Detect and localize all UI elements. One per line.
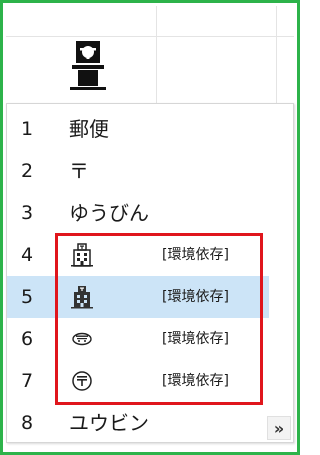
candidate-text: ユウビン bbox=[69, 411, 149, 435]
candidate-item-8[interactable]: 8 ユウビン bbox=[7, 402, 269, 444]
candidate-item-2[interactable]: 2 〒 bbox=[7, 150, 269, 192]
candidate-number: 6 bbox=[21, 328, 34, 350]
candidate-number: 7 bbox=[21, 370, 34, 392]
candidate-item-3[interactable]: 3 ゆうびん bbox=[7, 192, 269, 234]
candidate-text: ゆうびん bbox=[69, 201, 149, 225]
candidate-text: 〒 bbox=[69, 159, 89, 183]
candidate-number: 1 bbox=[21, 118, 34, 140]
grid-line bbox=[6, 36, 294, 37]
candidate-number: 8 bbox=[21, 412, 34, 434]
grid-line bbox=[156, 6, 157, 106]
candidate-item-1[interactable]: 1 郵便 bbox=[7, 108, 269, 150]
candidate-text: 郵便 bbox=[69, 117, 109, 141]
expand-candidates-button[interactable]: » bbox=[267, 416, 291, 440]
document-area[interactable] bbox=[6, 6, 294, 106]
candidate-number: 3 bbox=[21, 202, 34, 224]
candidate-number: 4 bbox=[21, 244, 34, 266]
postal-mark-character-icon bbox=[68, 39, 108, 91]
candidate-number: 2 bbox=[21, 160, 34, 182]
highlight-annotation-box bbox=[55, 233, 263, 405]
candidate-number: 5 bbox=[21, 286, 34, 308]
grid-line bbox=[276, 6, 277, 106]
